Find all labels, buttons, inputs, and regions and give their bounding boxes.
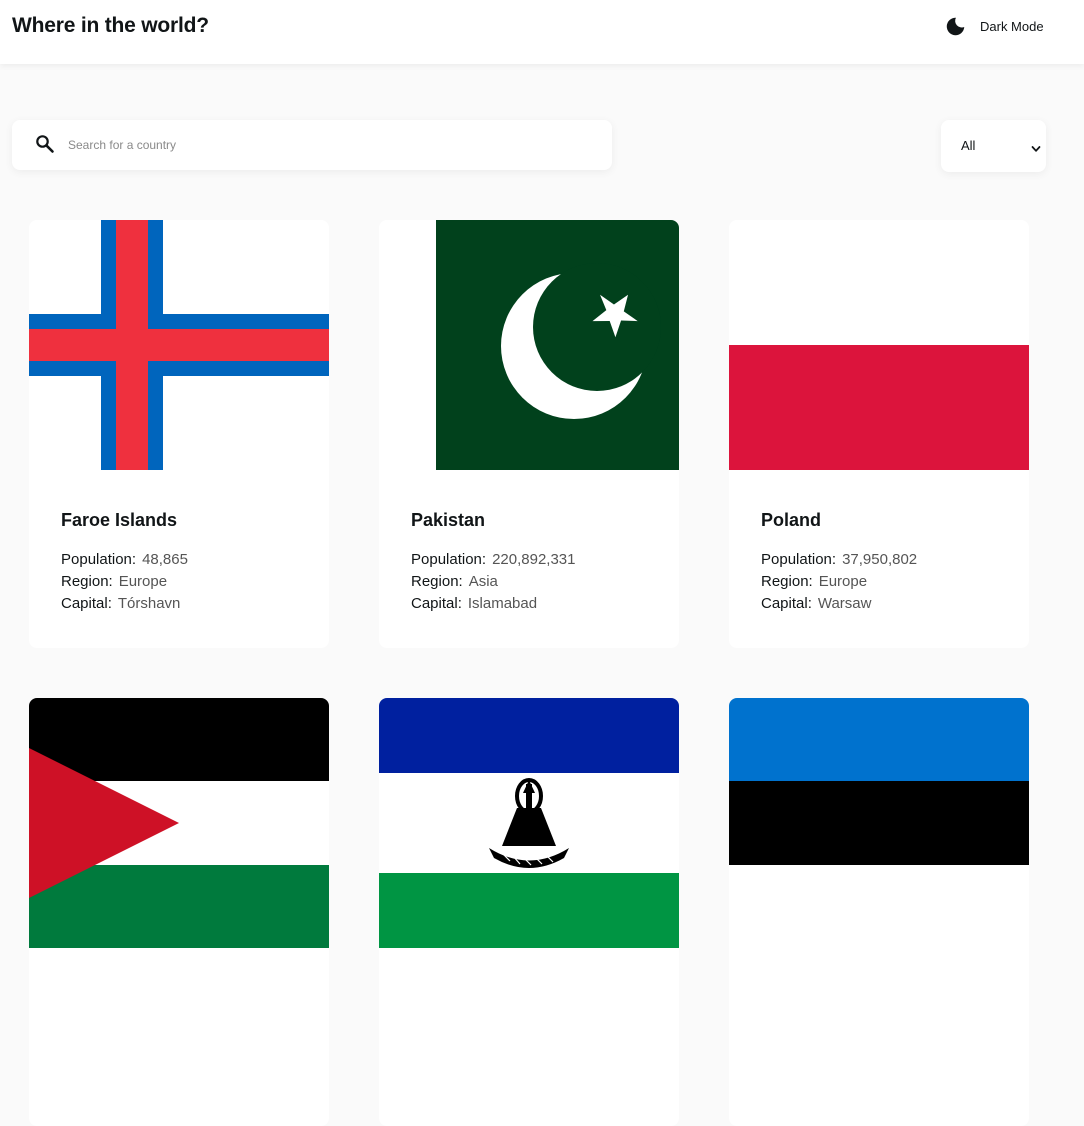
population-value: 48,865	[142, 551, 188, 568]
region-row: Region: Europe	[61, 571, 321, 593]
moon-icon	[945, 16, 966, 37]
search-bar[interactable]	[12, 120, 612, 170]
capital-value: Islamabad	[467, 595, 538, 612]
region-label: Region:	[61, 573, 113, 590]
faroe-islands-flag	[29, 220, 329, 470]
capital-value: Warsaw	[817, 595, 872, 612]
pakistan-flag	[379, 220, 679, 470]
region-filter-select[interactable]: All	[941, 120, 1046, 172]
country-name: Faroe Islands	[61, 510, 178, 530]
population-row: Population: 220,892,331	[411, 549, 671, 571]
header: Where in the world? Dark Mode	[0, 0, 1084, 64]
estonia-flag	[729, 698, 1029, 948]
country-card[interactable]: Poland Population: 37,950,802 Region: Euro…	[729, 220, 1029, 648]
capital-label: Capital:	[411, 595, 462, 612]
country-card[interactable]	[729, 698, 1029, 1126]
capital-label: Capital:	[61, 595, 112, 612]
population-label: Population:	[411, 551, 487, 568]
dark-mode-label: Dark Mode	[980, 18, 1044, 34]
country-card[interactable]	[379, 698, 679, 1126]
region-row: Region: Europe	[761, 571, 1021, 593]
country-name: Poland	[761, 510, 822, 530]
poland-flag	[729, 220, 1029, 470]
population-value: 37,950,802	[842, 551, 918, 568]
country-name: Pakistan	[411, 510, 486, 530]
country-card[interactable]: Faroe Islands Population: 48,865 Region: E…	[29, 220, 329, 648]
palestine-flag	[29, 698, 329, 948]
capital-value: Tórshavn	[117, 595, 181, 612]
population-row: Population: 48,865	[61, 549, 321, 571]
population-row: Population: 37,950,802	[761, 549, 1021, 571]
region-label: Region:	[761, 573, 813, 590]
population-label: Population:	[761, 551, 837, 568]
region-value: Asia	[468, 573, 498, 590]
region-row: Region: Asia	[411, 571, 671, 593]
region-value: Europe	[818, 573, 868, 590]
dark-mode-toggle[interactable]: Dark Mode	[945, 15, 1044, 37]
page-title: Where in the world?	[12, 14, 209, 37]
capital-row: Capital: Islamabad	[411, 593, 671, 615]
region-filter-value: All	[961, 138, 976, 153]
search-icon[interactable]	[35, 134, 55, 154]
chevron-down-icon	[1031, 141, 1041, 152]
search-input[interactable]	[68, 130, 598, 160]
population-value: 220,892,331	[492, 551, 576, 568]
capital-row: Capital: Tórshavn	[61, 593, 321, 615]
lesotho-flag	[379, 698, 679, 948]
capital-row: Capital: Warsaw	[761, 593, 1021, 615]
region-label: Region:	[411, 573, 463, 590]
country-card[interactable]: Pakistan Population: 220,892,331 Region: A…	[379, 220, 679, 648]
capital-label: Capital:	[761, 595, 812, 612]
population-label: Population:	[61, 551, 137, 568]
country-card[interactable]	[29, 698, 329, 1126]
region-value: Europe	[118, 573, 168, 590]
